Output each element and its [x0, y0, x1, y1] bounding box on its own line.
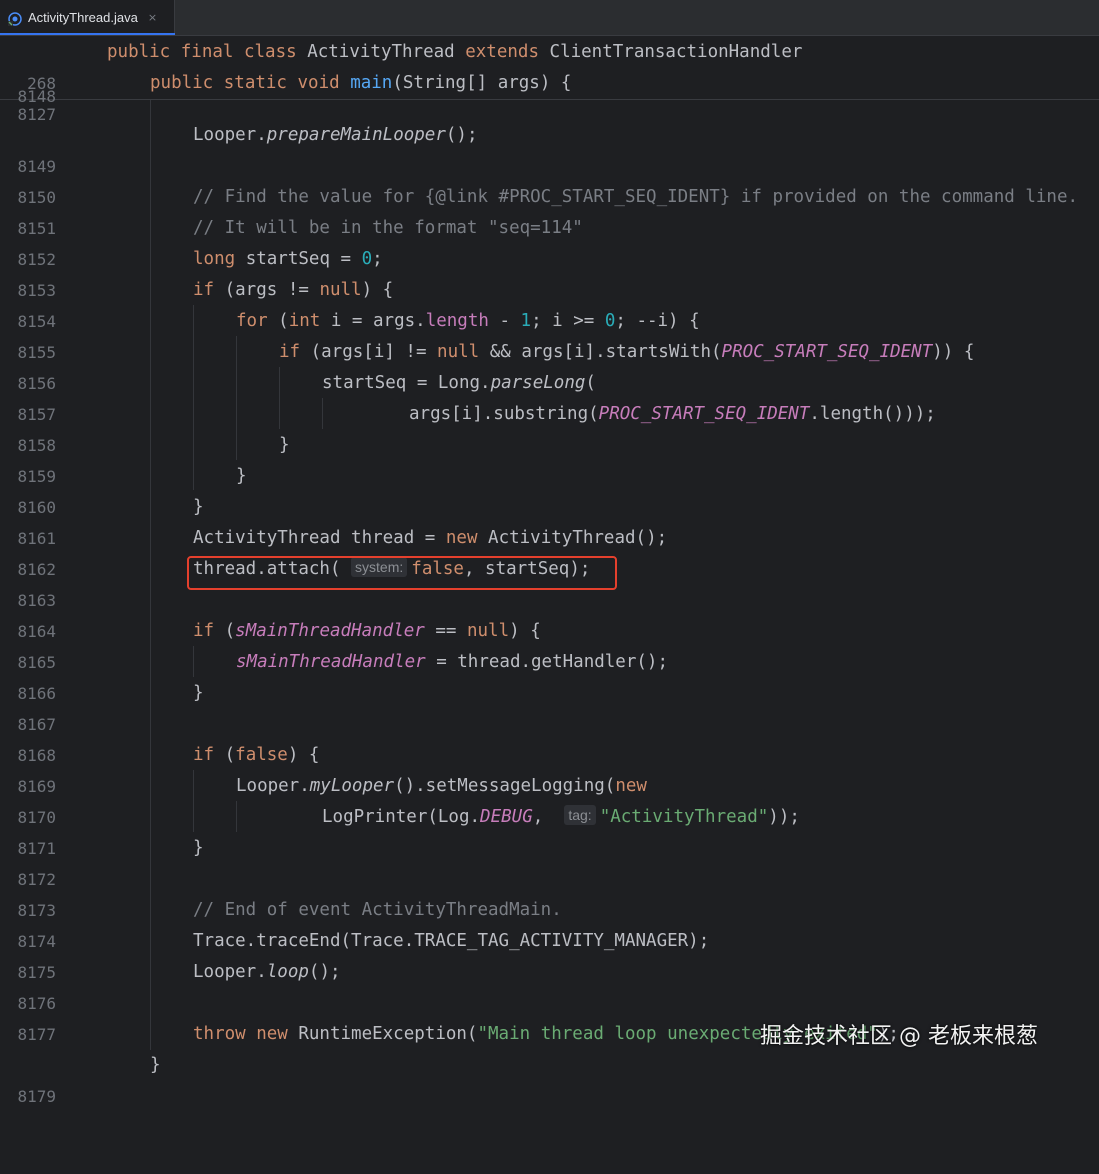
code-text: for (int i = args.length - 1; i >= 0; --…	[236, 311, 700, 331]
code-line[interactable]: 8175 Trace.traceEnd(Trace.TRACE_TAG_ACTI…	[0, 926, 1099, 982]
code-text: LogPrinter(Log.DEBUG, tag: "ActivityThrea…	[322, 805, 800, 827]
code-text: // Find the value for {@link #PROC_START…	[193, 187, 1079, 207]
code-line[interactable]: 8152 // It will be in the format "seq=11…	[0, 213, 1099, 269]
code-line[interactable]: 8159 }	[0, 430, 1099, 486]
line-number: 8179	[17, 1087, 56, 1106]
code-text: Trace.traceEnd(Trace.TRACE_TAG_ACTIVITY_…	[193, 931, 710, 951]
code-text: args[i].substring(PROC_START_SEQ_IDENT.l…	[409, 404, 936, 424]
code-text: // It will be in the format "seq=114"	[193, 218, 583, 238]
code-text: }	[193, 683, 204, 703]
code-text: }	[193, 838, 204, 858]
code-line[interactable]: 8149 Looper.prepareMainLooper();	[0, 120, 1099, 176]
code-text: long startSeq = 0;	[193, 249, 383, 269]
annotation-highlight-box	[187, 556, 617, 590]
code-text: startSeq = Long.parseLong(	[322, 373, 596, 393]
code-text: public final class ActivityThread extend…	[107, 42, 803, 62]
code-line[interactable]: 8150	[0, 151, 1099, 207]
code-text: }	[193, 497, 204, 517]
code-line[interactable]: 8177	[0, 988, 1099, 1044]
code-text: // End of event ActivityThreadMain.	[193, 900, 562, 920]
code-line[interactable]: 8161 }	[0, 492, 1099, 548]
active-tab-indicator	[0, 33, 175, 35]
code-editor[interactable]: ActivityThread.java × 268 public final c…	[0, 0, 1099, 1106]
code-line[interactable]: 8179 }	[0, 1050, 1099, 1106]
code-line[interactable]: 8173	[0, 864, 1099, 920]
code-line[interactable]: 8166 sMainThreadHandler = thread.getHand…	[0, 647, 1099, 703]
code-line[interactable]: 8151 // Find the value for {@link #PROC_…	[0, 182, 1099, 238]
sticky-line[interactable]: 268 public final class ActivityThread ex…	[0, 37, 1099, 93]
editor-tab-bar: ActivityThread.java ×	[0, 0, 1099, 36]
tab-activitythread-java[interactable]: ActivityThread.java ×	[0, 0, 175, 35]
code-text: }	[236, 466, 247, 486]
code-line[interactable]: 8148	[0, 90, 1099, 104]
code-text: Looper.myLooper().setMessageLogging(new	[236, 776, 647, 796]
code-text: if (sMainThreadHandler == null) {	[193, 621, 541, 641]
code-line[interactable]: 8155 for (int i = args.length - 1; i >= …	[0, 306, 1099, 362]
code-line[interactable]: 8171 LogPrinter(Log.DEBUG, tag: "Activity…	[0, 802, 1099, 858]
code-text: Looper.loop();	[193, 962, 341, 982]
line-number: 8148	[17, 90, 56, 104]
code-line[interactable]: 8169 if (false) {	[0, 740, 1099, 796]
code-text: sMainThreadHandler = thread.getHandler()…	[236, 652, 668, 672]
code-text: }	[150, 1055, 161, 1075]
code-line[interactable]: 8157 startSeq = Long.parseLong(	[0, 368, 1099, 424]
code-line[interactable]: 8154 if (args != null) {	[0, 275, 1099, 331]
code-text: if (args[i] != null && args[i].startsWit…	[279, 342, 975, 362]
code-text: }	[279, 435, 290, 455]
code-line[interactable]: 8156 if (args[i] != null && args[i].star…	[0, 337, 1099, 393]
code-line[interactable]: 8176 Looper.loop();	[0, 957, 1099, 1013]
code-text: if (false) {	[193, 745, 320, 765]
code-line[interactable]: 8160 }	[0, 461, 1099, 517]
close-icon[interactable]: ×	[148, 11, 157, 24]
code-text: ActivityThread thread = new ActivityThre…	[193, 528, 668, 548]
code-line[interactable]: 8168	[0, 709, 1099, 765]
java-class-icon	[8, 11, 22, 26]
watermark: 掘金技术社区 @ 老板来根葱	[760, 1024, 1038, 1049]
code-text: Looper.prepareMainLooper();	[193, 125, 478, 145]
code-line[interactable]: 8167 }	[0, 678, 1099, 734]
code-line[interactable]: 8162 ActivityThread thread = new Activit…	[0, 523, 1099, 579]
tab-label: ActivityThread.java	[28, 10, 138, 25]
code-line[interactable]: 8153 long startSeq = 0;	[0, 244, 1099, 300]
code-line[interactable]: 8170 Looper.myLooper().setMessageLogging…	[0, 771, 1099, 827]
code-line[interactable]: 8172 }	[0, 833, 1099, 889]
inlay-hint-tag: tag:	[564, 805, 596, 825]
code-line[interactable]: 8158 args[i].substring(PROC_START_SEQ_ID…	[0, 399, 1099, 455]
code-line[interactable]: 8165 if (sMainThreadHandler == null) {	[0, 616, 1099, 672]
code-line[interactable]: 8174 // End of event ActivityThreadMain.	[0, 895, 1099, 951]
code-text: if (args != null) {	[193, 280, 394, 300]
